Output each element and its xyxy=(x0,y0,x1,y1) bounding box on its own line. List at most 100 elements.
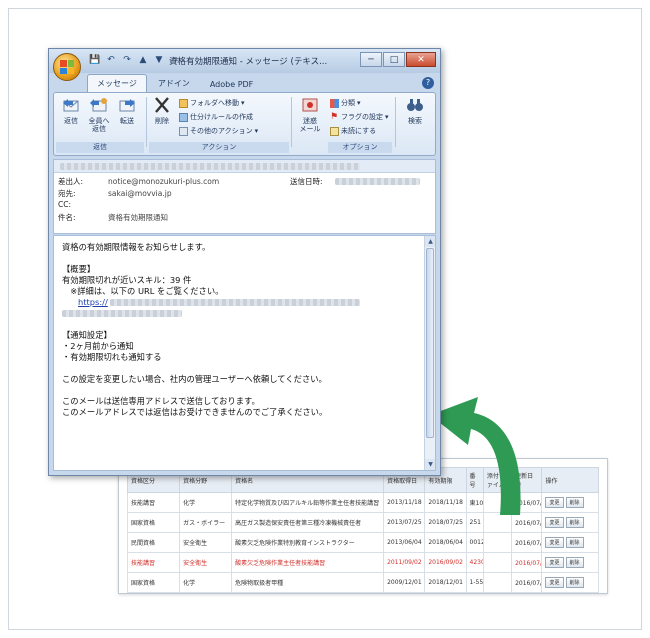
sent-row: 送信日時: xyxy=(290,176,420,187)
vertical-scrollbar[interactable]: ▲ ▼ xyxy=(424,236,435,470)
info-bar xyxy=(54,160,435,173)
flag-icon: ⚑ xyxy=(330,111,339,122)
tab-addins[interactable]: アドイン xyxy=(149,75,199,92)
reply-group-label: 返信 xyxy=(56,142,144,153)
junk-mail-icon xyxy=(302,98,318,112)
table-cell: 2016/07/25 山田 太郎 xyxy=(511,572,543,593)
previous-item-icon[interactable]: ▲ xyxy=(137,54,149,66)
settings-line-1: ・2ヶ月前から通知 xyxy=(62,341,134,351)
table-cell: 変更 削除 xyxy=(541,572,599,593)
delete-row-button[interactable]: 削除 xyxy=(565,497,584,508)
table-cell: 4230 xyxy=(465,552,484,573)
settings-line-2: ・有効期限切れも通知する xyxy=(62,352,162,362)
delete-row-button[interactable]: 削除 xyxy=(565,557,584,568)
delete-icon xyxy=(155,97,169,113)
table-cell xyxy=(482,532,513,553)
options-group-label: オプション xyxy=(328,142,392,153)
cc-label: CC: xyxy=(58,200,72,209)
forward-icon xyxy=(119,99,135,112)
table-cell: 2016/09/02 xyxy=(424,552,467,573)
sent-label: 送信日時: xyxy=(290,177,323,186)
from-row: 差出人: notice@monozukuri-plus.com xyxy=(58,176,219,187)
minimize-button[interactable]: ─ xyxy=(360,52,382,67)
undo-icon[interactable]: ↶ xyxy=(105,54,117,66)
tab-message[interactable]: メッセージ xyxy=(87,74,147,92)
junk-mail-button[interactable]: 迷惑 メール xyxy=(296,97,324,133)
table-cell: 安全衛生 xyxy=(179,552,233,573)
forward-button[interactable]: 転送 xyxy=(114,97,140,125)
scroll-up-icon[interactable]: ▲ xyxy=(425,236,435,247)
close-button[interactable]: ✕ xyxy=(406,52,436,67)
redacted-url xyxy=(110,299,361,306)
help-icon[interactable]: ? xyxy=(422,77,434,89)
reply-all-button[interactable]: 全員へ 返信 xyxy=(86,97,112,133)
table-cell: 技能講習 xyxy=(126,492,181,513)
table-cell: 民間資格 xyxy=(126,532,181,553)
chevron-down-icon: ▾ xyxy=(357,99,361,107)
delete-row-button[interactable]: 削除 xyxy=(565,517,584,528)
settings-heading: 【通知設定】 xyxy=(62,330,112,340)
table-row: 国家資格 ガス・ボイラー 高圧ガス製造保安責任者第三種冷凍機械責任者 2013/07/… xyxy=(126,512,599,533)
table-row: 民間資格 安全衛生 酸素欠乏危険作業特別教育インストラクター 2013/06/04 20… xyxy=(126,532,599,553)
edit-button[interactable]: 変更 xyxy=(545,577,564,588)
detail-note: ※詳細は、以下の URL をご覧ください。 xyxy=(62,286,224,296)
create-rule-button[interactable]: 仕分けルールの作成 xyxy=(179,112,253,122)
reply-button[interactable]: 返信 xyxy=(58,97,84,125)
table-cell: 国家資格 xyxy=(126,572,181,593)
table-cell: 国家資格 xyxy=(126,512,181,533)
mark-unread-button[interactable]: 未読にする xyxy=(330,126,376,136)
message-window: 💾 ↶ ↷ ▲ ▼ = 資格有効期限通知 - メッセージ (テキス... ─ □… xyxy=(48,48,441,476)
to-value[interactable]: sakai@movvia.jp xyxy=(108,189,172,198)
actions-icon xyxy=(179,126,188,136)
table-cell: 変更 削除 xyxy=(541,552,599,573)
office-logo-icon xyxy=(60,60,74,74)
reply-group: 返信 全員へ 返信 転送 返信 xyxy=(56,95,144,153)
find-button[interactable]: 検索 xyxy=(402,97,428,125)
next-item-icon[interactable]: ▼ xyxy=(153,54,165,66)
redacted-info xyxy=(60,163,360,170)
edit-button[interactable]: 変更 xyxy=(545,557,564,568)
office-button[interactable] xyxy=(53,53,81,81)
chevron-down-icon: ▾ xyxy=(241,99,245,107)
edit-button[interactable]: 変更 xyxy=(545,517,564,528)
follow-up-button[interactable]: ⚑ フラグの設定 ▾ xyxy=(330,112,389,122)
table-cell: 酸素欠乏危険作業特別教育インストラクター xyxy=(231,532,385,553)
delete-row-button[interactable]: 削除 xyxy=(565,577,584,588)
other-actions-button[interactable]: その他のアクション ▾ xyxy=(179,126,258,136)
table-row: 国家資格化学危険物取扱者甲種2009/12/012018/12/011-55-6… xyxy=(126,572,599,593)
message-body[interactable]: 資格の有効期限情報をお知らせします。 【概要】 有効期限切れが近いスキル：39 … xyxy=(53,235,436,471)
ribbon-separator xyxy=(395,97,396,147)
scroll-down-icon[interactable]: ▼ xyxy=(425,459,435,470)
title-bar[interactable]: 💾 ↶ ↷ ▲ ▼ = 資格有効期限通知 - メッセージ (テキス... ─ □… xyxy=(49,49,440,73)
delete-button[interactable]: 削除 xyxy=(149,97,175,125)
move-to-folder-button[interactable]: フォルダへ移動 ▾ xyxy=(179,98,245,108)
folder-icon xyxy=(179,98,188,108)
table-cell: 特定化学物質及び四アルキル鉛等作業主任者技能講習 xyxy=(231,492,385,513)
table-cell: 0012-6 xyxy=(465,532,484,553)
tab-adobe-pdf[interactable]: Adobe PDF xyxy=(201,77,262,92)
maximize-button[interactable]: □ xyxy=(383,52,405,67)
scroll-thumb[interactable] xyxy=(426,248,434,438)
redo-icon[interactable]: ↷ xyxy=(121,54,133,66)
body-intro: 資格の有効期限情報をお知らせします。 xyxy=(62,242,211,252)
table-cell: 安全衛生 xyxy=(179,532,233,553)
detail-link[interactable]: https:// xyxy=(78,297,108,307)
from-value[interactable]: notice@monozukuri-plus.com xyxy=(108,177,219,186)
categorize-button[interactable]: 分類 ▾ xyxy=(330,98,361,108)
footer-line-2: このメールアドレスでは返信はお受けできませんのでご了承ください。 xyxy=(62,407,328,417)
chevron-down-icon: ▾ xyxy=(385,113,389,121)
edit-button[interactable]: 変更 xyxy=(545,537,564,548)
save-icon[interactable]: 💾 xyxy=(89,54,101,66)
reply-all-icon xyxy=(90,98,107,112)
options-group: 分類 ▾ ⚑ フラグの設定 ▾ 未読にする オプション xyxy=(328,95,392,153)
table-cell: 変更 削除 xyxy=(541,512,599,533)
table-cell: 251 xyxy=(465,512,484,533)
table-cell: 2013/07/25 xyxy=(383,512,426,533)
ribbon: 返信 全員へ 返信 転送 返信 削除 フォルダへ移動 ▾ 仕分けルールの作成 そ… xyxy=(53,92,436,156)
reply-icon xyxy=(63,99,79,112)
table-cell: 2016/07/25 山田 太郎 xyxy=(511,552,543,573)
binoculars-icon xyxy=(407,99,423,111)
delete-row-button[interactable]: 削除 xyxy=(565,537,584,548)
rule-icon xyxy=(179,112,188,122)
ribbon-separator xyxy=(291,97,292,147)
